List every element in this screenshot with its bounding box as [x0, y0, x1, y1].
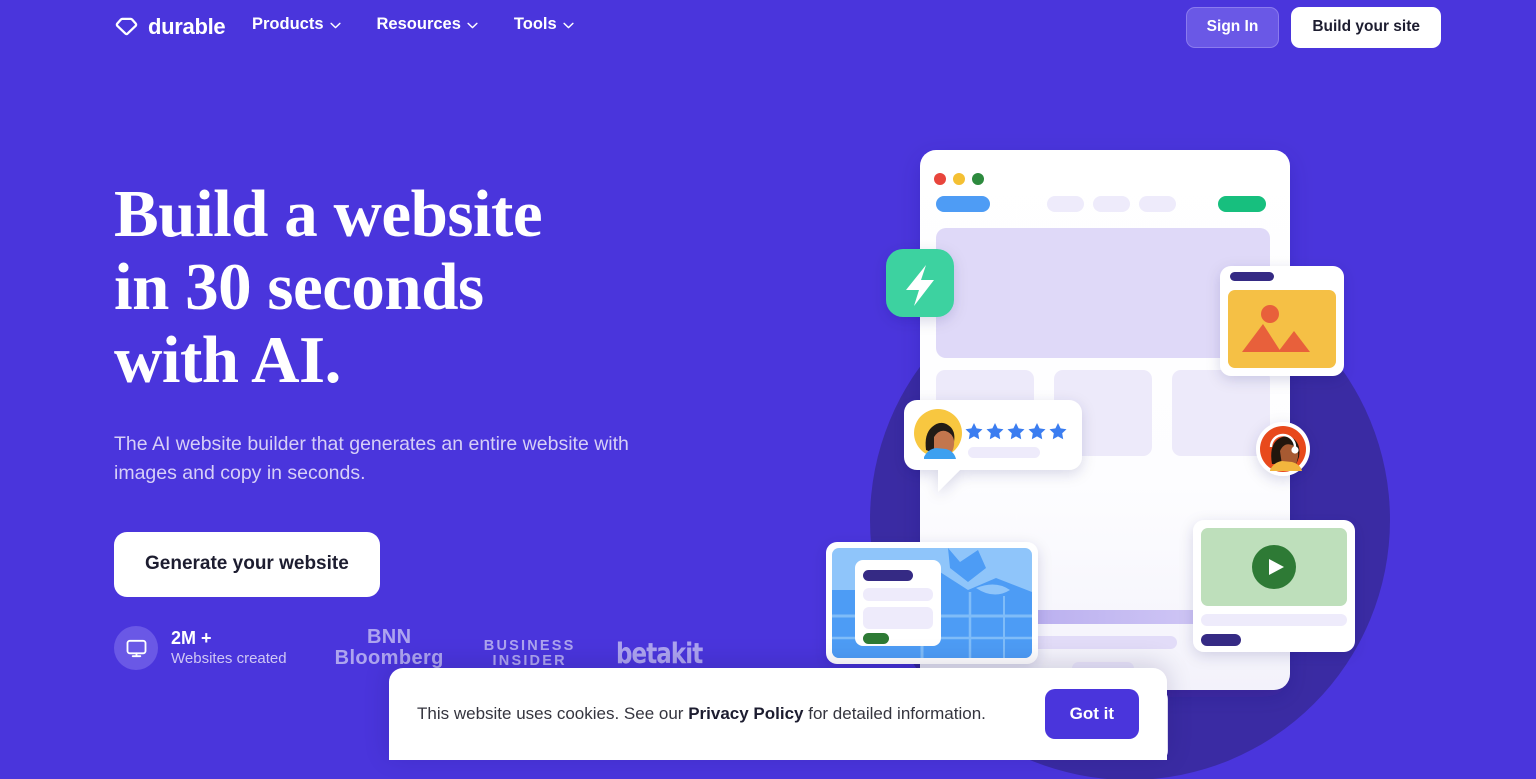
- mockup-hero-block: [936, 228, 1270, 358]
- bnn-bloomberg-logo: BNN Bloomberg: [335, 627, 444, 669]
- browser-traffic-lights: [934, 173, 984, 185]
- press-logos-group: BNN Bloomberg BUSINESS INSIDER betakit: [335, 627, 710, 669]
- bi-line-1: BUSINESS: [483, 637, 576, 654]
- stat-number: 2M +: [171, 627, 212, 648]
- map-preview-card: [826, 542, 1038, 664]
- cookie-banner-text: This website uses cookies. See our Priva…: [417, 701, 1045, 727]
- cookie-text-after: for detailed information.: [803, 703, 986, 723]
- image-preview-card: [1220, 266, 1344, 376]
- bi-line-2: INSIDER: [492, 652, 567, 669]
- nav-item-tools[interactable]: Tools: [514, 14, 574, 35]
- hero-title-line-3: with AI.: [114, 323, 341, 398]
- support-avatar-badge: [1256, 422, 1310, 476]
- top-navigation-bar: durable Products Resources Tools Sign In…: [0, 0, 1536, 54]
- accept-cookies-button[interactable]: Got it: [1044, 688, 1139, 740]
- nav-item-resources[interactable]: Resources: [377, 14, 478, 35]
- nav-item-tools-label: Tools: [513, 15, 557, 33]
- betakit-logo: betakit: [615, 636, 703, 670]
- bnn-line-2: Bloomberg: [334, 647, 444, 669]
- logo-wordmark: durable: [148, 13, 226, 39]
- hero-subtitle: The AI website builder that generates an…: [114, 433, 629, 484]
- durable-logo[interactable]: durable: [114, 13, 226, 39]
- cookie-consent-banner: This website uses cookies. See our Priva…: [389, 668, 1167, 760]
- page-title: Build a website in 30 seconds with AI.: [114, 177, 734, 398]
- lightning-badge: [886, 249, 954, 317]
- hero-title-line-1: Build a website: [114, 177, 543, 251]
- business-insider-logo: BUSINESS INSIDER: [483, 637, 576, 669]
- hero-title-line-2: in 30 seconds: [114, 250, 484, 325]
- nav-item-products[interactable]: Products: [252, 14, 341, 35]
- cookie-text-before: This website uses cookies. See our: [417, 703, 689, 723]
- bnn-line-1: BNN: [366, 626, 412, 648]
- websites-created-stat: 2M + Websites created: [114, 626, 287, 670]
- nav-item-products-label: Products: [252, 15, 324, 33]
- privacy-policy-link[interactable]: Privacy Policy: [688, 704, 803, 723]
- nav-item-resources-label: Resources: [376, 15, 461, 33]
- nav-actions-group: Sign In Build your site: [1185, 7, 1441, 48]
- chevron-down-icon: [329, 20, 341, 29]
- chevron-down-icon: [563, 20, 574, 29]
- sign-in-button[interactable]: Sign In: [1185, 7, 1280, 48]
- social-proof-row: 2M + Websites created BNN Bloomberg BUSI…: [114, 626, 709, 670]
- video-preview-card: [1193, 520, 1355, 652]
- build-your-site-button[interactable]: Build your site: [1291, 7, 1441, 48]
- diamond-gem-icon: [114, 14, 139, 39]
- nav-links-group: Products Resources Tools: [252, 14, 574, 35]
- generate-your-website-button[interactable]: Generate your website: [114, 532, 380, 598]
- stat-label: Websites created: [171, 649, 287, 667]
- chevron-down-icon: [467, 20, 478, 29]
- monitor-icon: [114, 626, 158, 670]
- hero-copy-block: Build a website in 30 seconds with AI. T…: [114, 177, 734, 598]
